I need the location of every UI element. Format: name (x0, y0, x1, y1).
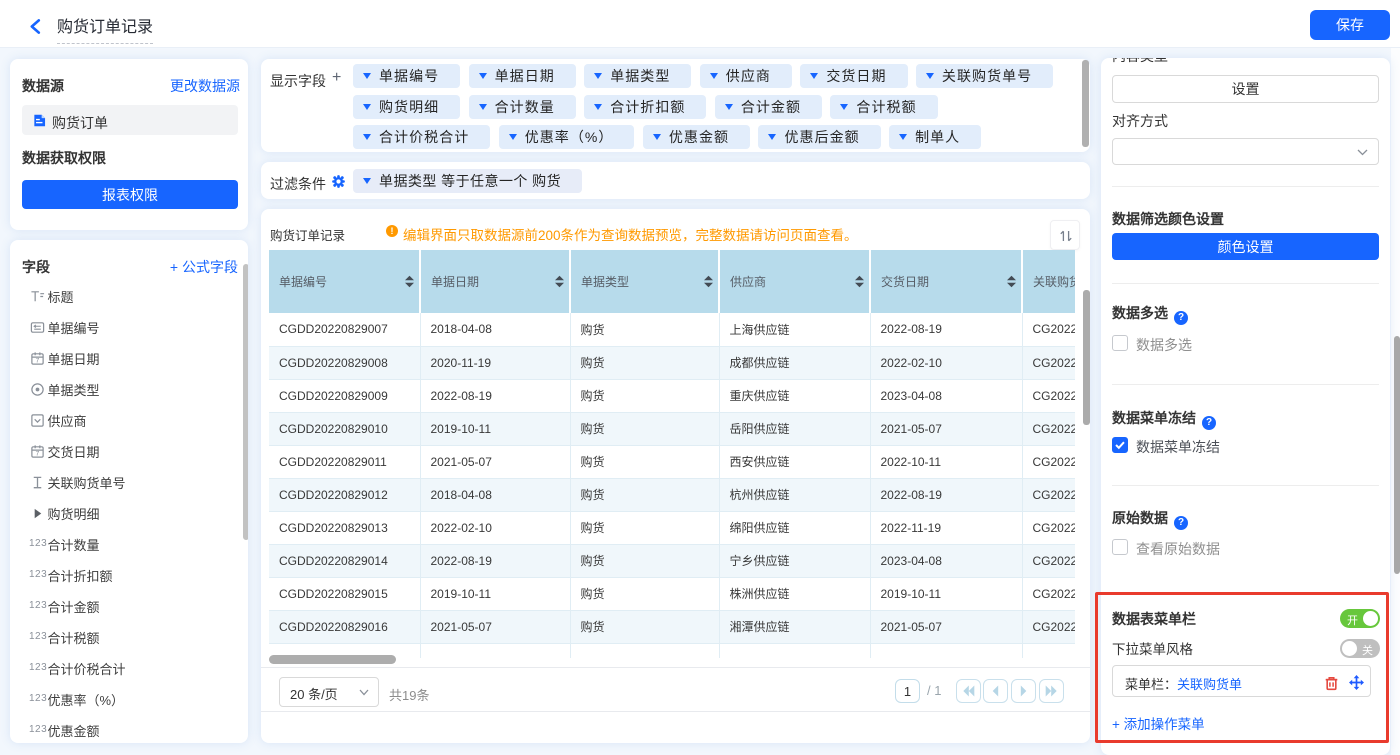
svg-text:7: 7 (36, 358, 40, 365)
svg-text:7: 7 (36, 451, 40, 458)
